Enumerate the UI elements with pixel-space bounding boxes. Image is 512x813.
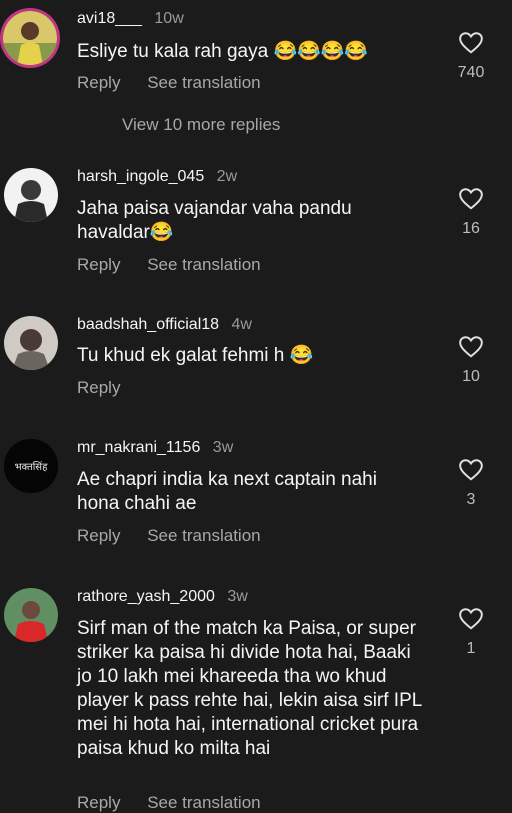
reply-button[interactable]: Reply [77,526,120,545]
comment-text: Tu khud ek galat fehmi h 😂 [77,345,314,366]
username[interactable]: rathore_yash_2000 [77,588,215,605]
comment-text: Sirf man of the match ka Paisa, or super… [77,618,422,759]
see-translation-button[interactable]: See translation [147,793,260,812]
username[interactable]: harsh_ingole_045 [77,168,204,185]
like-count: 740 [457,64,485,81]
view-more-replies-button[interactable]: View 10 more replies [122,115,280,135]
avatar[interactable] [4,588,58,642]
heart-icon [459,32,483,54]
like-count: 3 [466,491,476,508]
timestamp: 2w [216,168,238,185]
like-button[interactable]: 16 [448,186,494,238]
timestamp: 10w [154,10,184,27]
see-translation-button[interactable]: See translation [147,526,260,545]
comment-text: Jaha paisa vajandar vaha pandu havaldar😂 [77,198,352,243]
comment-text: Esliye tu kala rah gaya 😂😂😂😂 [77,41,369,62]
reply-button[interactable]: Reply [77,255,120,274]
comment-text: Ae chapri india ka next captain nahi hon… [77,469,377,514]
like-button[interactable]: 740 [448,30,494,82]
reply-button[interactable]: Reply [77,73,120,92]
username[interactable]: avi18___ [77,10,142,27]
heart-icon [459,188,483,210]
avatar[interactable]: भक्तसिंह [4,439,58,493]
see-translation-button[interactable]: See translation [147,73,260,92]
username[interactable]: baadshah_official18 [77,316,219,333]
reply-button[interactable]: Reply [77,378,120,397]
like-button[interactable]: 10 [448,334,494,386]
username[interactable]: mr_nakrani_1156 [77,439,200,456]
timestamp: 3w [212,439,234,456]
like-button[interactable]: 1 [448,606,494,658]
like-button[interactable]: 3 [448,457,494,509]
reply-button[interactable]: Reply [77,793,120,812]
avatar[interactable] [4,168,58,222]
like-count: 16 [462,220,480,237]
heart-icon [459,608,483,630]
see-translation-button[interactable]: See translation [147,255,260,274]
heart-icon [459,459,483,481]
timestamp: 3w [227,588,248,605]
avatar-text: भक्तसिंह [15,461,48,473]
like-count: 10 [462,368,480,385]
heart-icon [459,336,483,358]
like-count: 1 [466,640,476,657]
avatar[interactable] [4,316,58,370]
avatar[interactable] [3,11,57,65]
timestamp: 4w [231,316,252,333]
